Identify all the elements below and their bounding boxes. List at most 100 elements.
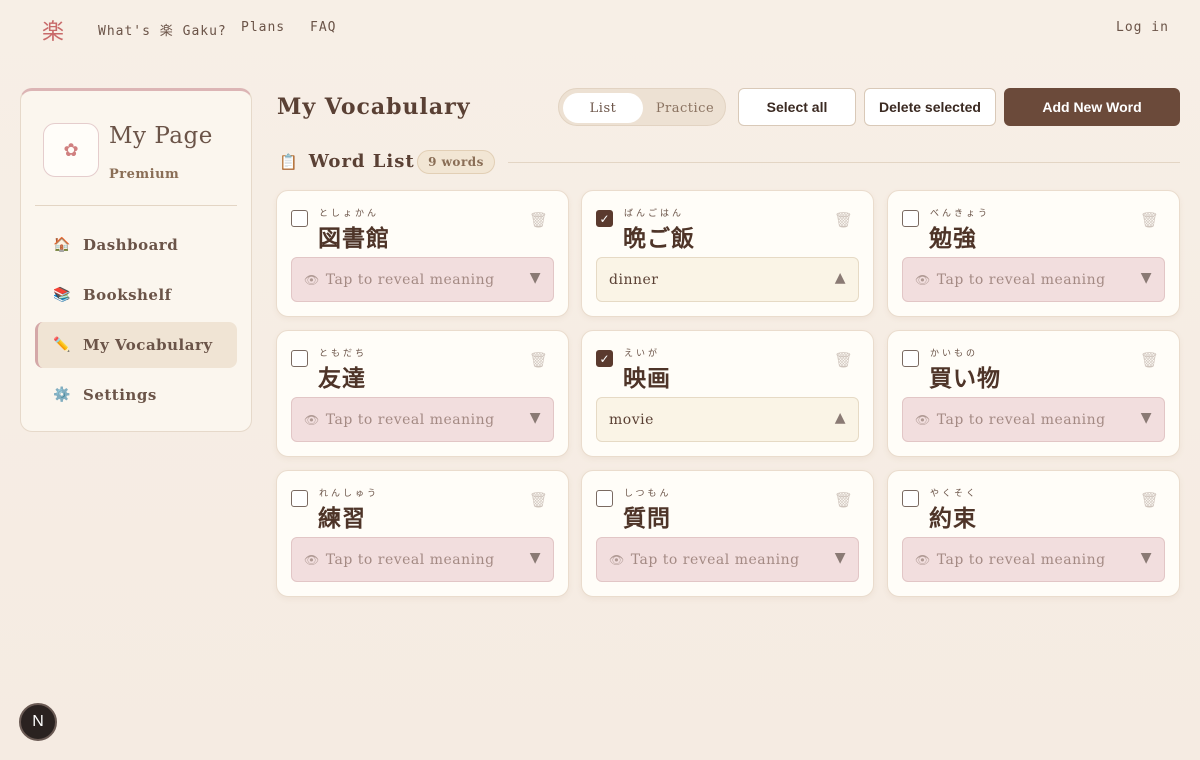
word-kanji: 勉強 — [929, 226, 977, 252]
sidebar-item-bookshelf[interactable]: 📚 Bookshelf — [35, 272, 237, 318]
nav-link-whats-gaku[interactable]: What's 楽 Gaku? — [98, 20, 227, 39]
reveal-hint: Tap to reveal meaning — [325, 411, 495, 428]
word-card: ともだち 友達 🗑 👁 Tap to reveal meaning ▼ — [276, 330, 569, 457]
word-checkbox[interactable] — [902, 350, 919, 367]
sidebar-divider — [35, 205, 237, 206]
profile-title: My Page — [109, 123, 213, 149]
section-title-label: Word List — [308, 151, 415, 172]
word-card: かいもの 買い物 🗑 👁 Tap to reveal meaning ▼ — [887, 330, 1180, 457]
next-dev-tools-button[interactable]: N — [19, 703, 57, 741]
word-card: しつもん質問 🗑 👁 Tap to reveal meaning ▼ — [581, 470, 874, 597]
word-kanji: 友達 — [318, 366, 366, 392]
reveal-hint: Tap to reveal meaning — [325, 271, 495, 288]
trash-icon[interactable]: 🗑 — [529, 211, 548, 229]
meaning-toggle[interactable]: dinner ▲ — [596, 257, 859, 302]
login-link[interactable]: Log in — [1116, 20, 1169, 35]
nav-link-plans[interactable]: Plans — [241, 20, 285, 35]
word-card: としょかん 図書館 🗑 👁 Tap to reveal meaning ▼ — [276, 190, 569, 317]
chevron-up-icon: ▲ — [834, 270, 846, 286]
word-checkbox[interactable] — [902, 490, 919, 507]
view-toggle: List Practice — [558, 88, 726, 126]
select-all-button[interactable]: Select all — [738, 88, 856, 126]
toggle-practice-button[interactable]: Practice — [647, 93, 723, 123]
meaning-toggle[interactable]: 👁 Tap to reveal meaning ▼ — [291, 257, 554, 302]
word-reading: やくそく — [930, 489, 979, 499]
chevron-down-icon: ▼ — [529, 550, 541, 566]
toggle-list-button[interactable]: List — [563, 93, 643, 123]
trash-icon[interactable]: 🗑 — [834, 491, 853, 509]
word-checkbox[interactable]: ✓ — [596, 210, 613, 227]
word-checkbox[interactable] — [291, 350, 308, 367]
meaning-toggle[interactable]: 👁 Tap to reveal meaning ▼ — [902, 257, 1165, 302]
reveal-hint: Tap to reveal meaning — [936, 271, 1106, 288]
chevron-down-icon: ▼ — [1140, 270, 1152, 286]
word-checkbox[interactable] — [291, 490, 308, 507]
word-reading: ばんごはん — [624, 209, 685, 219]
trash-icon[interactable]: 🗑 — [1140, 351, 1159, 369]
trash-icon[interactable]: 🗑 — [834, 351, 853, 369]
trash-icon[interactable]: 🗑 — [529, 351, 548, 369]
word-kanji: 映画 — [623, 366, 671, 392]
sidebar-item-dashboard[interactable]: 🏠 Dashboard — [35, 222, 237, 268]
pencil-icon: ✏️ — [53, 337, 71, 353]
profile-flower-icon: ✿ — [43, 123, 99, 177]
reveal-hint: Tap to reveal meaning — [936, 551, 1106, 568]
word-card: ✓ えいが 映画 🗑 movie ▲ — [581, 330, 874, 457]
nav-link-faq[interactable]: FAQ — [310, 20, 336, 35]
top-nav: 楽 What's 楽 Gaku? Plans FAQ Log in — [0, 0, 1200, 56]
word-card: ✓ ばんごはん晩ご飯 🗑 dinner ▲ — [581, 190, 874, 317]
chevron-down-icon: ▼ — [529, 410, 541, 426]
word-checkbox[interactable] — [596, 490, 613, 507]
trash-icon[interactable]: 🗑 — [529, 491, 548, 509]
word-checkbox[interactable] — [291, 210, 308, 227]
logo[interactable]: 楽 — [42, 14, 64, 46]
eye-icon: 👁 — [915, 552, 931, 567]
meaning-toggle[interactable]: 👁 Tap to reveal meaning ▼ — [902, 397, 1165, 442]
word-kanji: 質問 — [623, 506, 671, 532]
eye-icon: 👁 — [304, 552, 320, 567]
word-checkbox[interactable] — [902, 210, 919, 227]
delete-selected-button[interactable]: Delete selected — [864, 88, 996, 126]
section-divider — [508, 162, 1180, 163]
meaning-toggle[interactable]: 👁 Tap to reveal meaning ▼ — [291, 397, 554, 442]
word-card: れんしゅう 練習 🗑 👁 Tap to reveal meaning ▼ — [276, 470, 569, 597]
word-kanji: 約束 — [929, 506, 977, 532]
sidebar-item-settings[interactable]: ⚙️ Settings — [35, 372, 237, 418]
house-icon: 🏠 — [53, 237, 71, 253]
word-reading: しつもん — [624, 489, 672, 499]
meaning-toggle[interactable]: movie ▲ — [596, 397, 859, 442]
reveal-hint: Tap to reveal meaning — [630, 551, 800, 568]
trash-icon[interactable]: 🗑 — [834, 211, 853, 229]
word-card: やくそく 約束 🗑 👁 Tap to reveal meaning ▼ — [887, 470, 1180, 597]
meaning-text: dinner — [609, 271, 659, 288]
meaning-toggle[interactable]: 👁 Tap to reveal meaning ▼ — [291, 537, 554, 582]
chevron-down-icon: ▼ — [529, 270, 541, 286]
meaning-toggle[interactable]: 👁 Tap to reveal meaning ▼ — [902, 537, 1165, 582]
eye-icon: 👁 — [609, 552, 625, 567]
chevron-up-icon: ▲ — [834, 410, 846, 426]
word-kanji: 買い物 — [929, 366, 1001, 392]
chevron-down-icon: ▼ — [834, 550, 846, 566]
sidebar-item-label: Bookshelf — [83, 286, 172, 304]
section-title: 📋 Word List — [279, 151, 415, 172]
add-new-word-button[interactable]: Add New Word — [1004, 88, 1180, 126]
word-kanji: 晩ご飯 — [623, 226, 695, 252]
trash-icon[interactable]: 🗑 — [1140, 491, 1159, 509]
trash-icon[interactable]: 🗑 — [1140, 211, 1159, 229]
word-reading: としょかん — [319, 209, 380, 219]
sidebar-item-my-vocabulary[interactable]: ✏️ My Vocabulary — [35, 322, 237, 368]
eye-icon: 👁 — [915, 412, 931, 427]
sidebar-item-label: My Vocabulary — [83, 336, 213, 354]
meaning-toggle[interactable]: 👁 Tap to reveal meaning ▼ — [596, 537, 859, 582]
meaning-text: movie — [609, 411, 654, 428]
reveal-hint: Tap to reveal meaning — [325, 551, 495, 568]
word-kanji: 練習 — [318, 506, 366, 532]
eye-icon: 👁 — [915, 272, 931, 287]
chevron-down-icon: ▼ — [1140, 410, 1152, 426]
books-icon: 📚 — [53, 287, 71, 303]
word-checkbox[interactable]: ✓ — [596, 350, 613, 367]
sidebar-item-label: Dashboard — [83, 236, 179, 254]
plan-badge: Premium — [109, 167, 180, 182]
word-count-badge: 9 words — [417, 150, 495, 174]
word-card: べんきょう 勉強 🗑 👁 Tap to reveal meaning ▼ — [887, 190, 1180, 317]
